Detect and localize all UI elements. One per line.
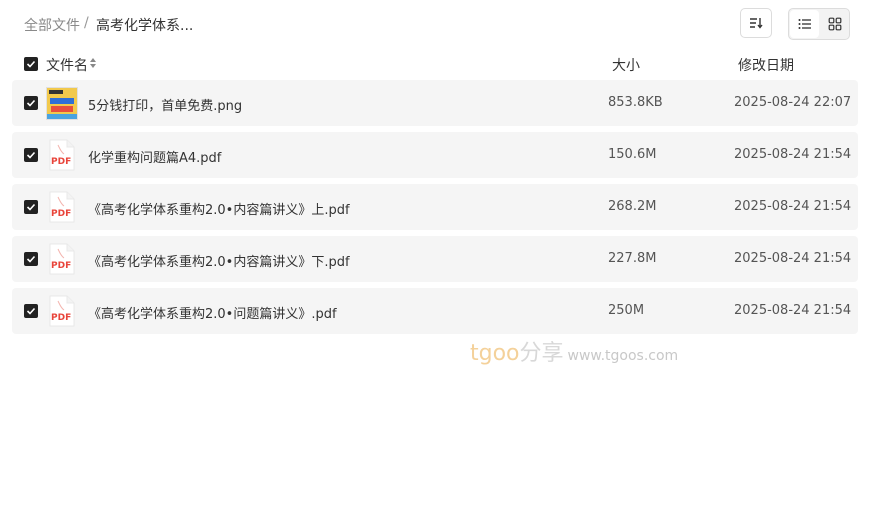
file-row[interactable]: PDF 《高考化学体系重构2.0•内容篇讲义》上.pdf 268.2M 2025… (12, 184, 858, 230)
svg-text:PDF: PDF (51, 157, 71, 167)
checkmark-icon (26, 151, 36, 159)
svg-text:PDF: PDF (51, 261, 71, 271)
row-checkbox[interactable] (24, 96, 38, 110)
grid-view-button[interactable] (820, 10, 849, 38)
column-header-size: 大小 (612, 58, 640, 74)
pdf-file-icon: PDF (49, 243, 75, 275)
list-view-icon (798, 19, 811, 29)
pdf-file-icon: PDF (49, 295, 75, 327)
column-header-name[interactable]: 文件名 (46, 55, 88, 75)
watermark-url: www.tgoos.com (567, 348, 679, 364)
file-size: 853.8KB (608, 95, 663, 110)
checkmark-icon (26, 60, 36, 68)
file-row[interactable]: 5分钱打印，首单免费.png 853.8KB 2025-08-24 22:07 (12, 80, 858, 126)
table-header: 文件名 大小 修改日期 (0, 52, 874, 76)
row-checkbox[interactable] (24, 148, 38, 162)
row-checkbox[interactable] (24, 200, 38, 214)
watermark-share: 分享 (519, 341, 564, 366)
file-date: 2025-08-24 22:07 (734, 95, 852, 110)
file-size: 227.8M (608, 251, 657, 266)
column-header-date: 修改日期 (738, 58, 794, 74)
pdf-file-icon: PDF (49, 139, 75, 171)
breadcrumb-current: 高考化学体系... (96, 18, 194, 34)
sort-icon (750, 18, 763, 29)
svg-text:PDF: PDF (51, 209, 71, 219)
breadcrumb-root[interactable]: 全部文件 (24, 15, 80, 35)
file-row[interactable]: PDF 《高考化学体系重构2.0•内容篇讲义》下.pdf 227.8M 2025… (12, 236, 858, 282)
file-date: 2025-08-24 21:54 (734, 147, 852, 162)
file-name[interactable]: 《高考化学体系重构2.0•内容篇讲义》下.pdf (88, 251, 350, 270)
sort-arrows-icon[interactable] (89, 57, 97, 69)
checkmark-icon (26, 99, 36, 107)
sort-button[interactable] (740, 8, 772, 38)
grid-view-icon (828, 17, 841, 31)
image-thumbnail (46, 87, 78, 120)
row-checkbox[interactable] (24, 304, 38, 318)
file-name[interactable]: 《高考化学体系重构2.0•问题篇讲义》.pdf (88, 303, 337, 322)
watermark: tgoo分享 www.tgoos.com (470, 335, 678, 367)
file-name[interactable]: 5分钱打印，首单免费.png (88, 95, 242, 114)
file-row[interactable]: PDF 《高考化学体系重构2.0•问题篇讲义》.pdf 250M 2025-08… (12, 288, 858, 334)
file-date: 2025-08-24 21:54 (734, 251, 852, 266)
watermark-brand: tgoo (470, 341, 520, 366)
file-size: 250M (608, 303, 645, 318)
file-name[interactable]: 化学重构问题篇A4.pdf (88, 147, 221, 166)
checkmark-icon (26, 203, 36, 211)
row-checkbox[interactable] (24, 252, 38, 266)
file-name[interactable]: 《高考化学体系重构2.0•内容篇讲义》上.pdf (88, 199, 350, 218)
top-bar: 全部文件 / 高考化学体系... (0, 0, 874, 48)
breadcrumb-separator: / (84, 15, 89, 31)
checkmark-icon (26, 255, 36, 263)
file-size: 150.6M (608, 147, 657, 162)
file-date: 2025-08-24 21:54 (734, 303, 852, 318)
svg-text:PDF: PDF (51, 313, 71, 323)
checkmark-icon (26, 307, 36, 315)
file-size: 268.2M (608, 199, 657, 214)
file-row[interactable]: PDF 化学重构问题篇A4.pdf 150.6M 2025-08-24 21:5… (12, 132, 858, 178)
pdf-file-icon: PDF (49, 191, 75, 223)
select-all-checkbox[interactable] (24, 57, 38, 71)
file-date: 2025-08-24 21:54 (734, 199, 852, 214)
list-view-button[interactable] (790, 10, 819, 38)
view-toggle (788, 8, 850, 40)
